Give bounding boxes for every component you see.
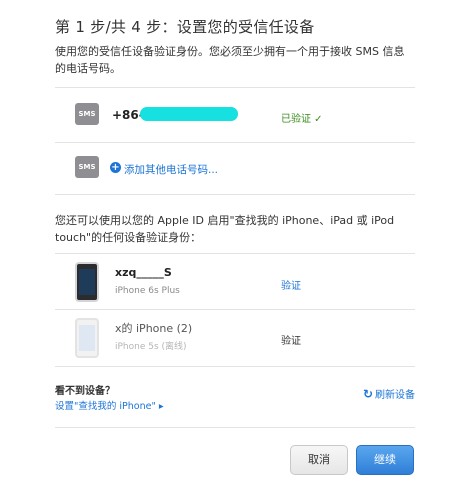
divider [55, 427, 415, 428]
no-device-heading: 看不到设备？ [55, 386, 115, 397]
phone-row-primary: SMS +86- 已验证 ✓ [55, 103, 415, 133]
add-phone-row[interactable]: SMS + 添加其他电话号码... [55, 156, 415, 186]
verify-link[interactable]: 验证 [281, 277, 301, 292]
device-name: x的 iPhone (2) [115, 322, 193, 335]
divider [55, 309, 415, 310]
refresh-icon: ↻ [363, 387, 374, 401]
divider [55, 194, 415, 195]
add-phone-link[interactable]: 添加其他电话号码... [124, 162, 218, 177]
verified-status: 已验证 ✓ [281, 114, 323, 125]
sms-icon: SMS [75, 156, 99, 178]
device-model: iPhone 6s Plus [115, 286, 180, 296]
iphone-dark-icon [75, 262, 99, 302]
divider [55, 253, 415, 254]
devices-description: 您还可以使用以您的 Apple ID 启用"查找我的 iPhone、iPad 或… [55, 214, 395, 244]
device-row: xzq_____S iPhone 6s Plus 验证 [55, 262, 415, 304]
phone-number: +86- [112, 108, 144, 122]
cancel-button[interactable]: 取消 [290, 445, 348, 475]
continue-button[interactable]: 继续 [356, 445, 414, 475]
intro-text: 使用您的受信任设备验证身份。您必须至少拥有一个用于接收 SMS 信息的电话号码。 [55, 45, 405, 75]
device-row: x的 iPhone (2) iPhone 5s (离线) 验证 [55, 318, 415, 360]
redaction-mark [140, 107, 238, 121]
iphone-light-icon [75, 318, 99, 358]
page-title: 第 1 步/共 4 步：设置您的受信任设备 [55, 18, 315, 36]
refresh-label: 刷新设备 [375, 390, 415, 401]
setup-find-my-iphone-link[interactable]: 设置"查找我的 iPhone" ▸ [55, 398, 164, 412]
device-name: xzq_____S [115, 266, 172, 279]
divider [55, 366, 415, 367]
refresh-devices-button[interactable]: ↻ 刷新设备 [363, 386, 415, 401]
sms-icon: SMS [75, 103, 99, 125]
device-model: iPhone 5s (离线) [115, 342, 187, 352]
divider [55, 142, 415, 143]
plus-circle-icon[interactable]: + [110, 162, 121, 173]
divider [55, 87, 415, 88]
verify-link[interactable]: 验证 [281, 332, 301, 347]
